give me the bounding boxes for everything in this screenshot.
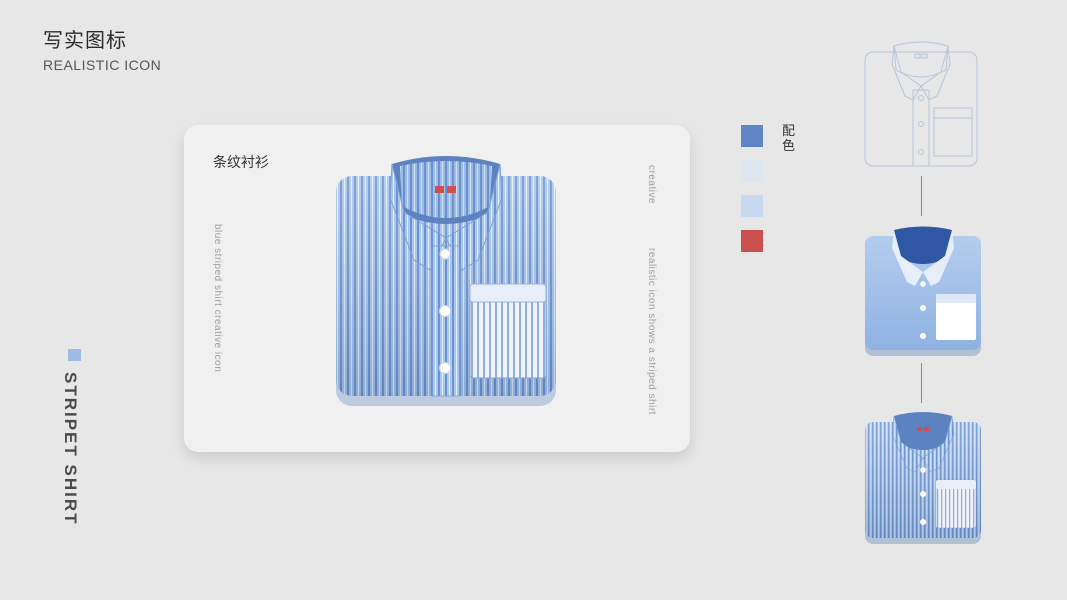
- side-accent-square: [68, 349, 81, 361]
- flat-shirt-icon: [865, 226, 981, 356]
- card-vertical-caption-right: realistic icon shows a striped shirt: [646, 248, 657, 415]
- card-title: 条纹衬衫: [213, 155, 269, 171]
- step-connector-2: [921, 363, 922, 403]
- palette-swatch-light-gray-blue: [741, 160, 763, 182]
- side-title: STRIPET SHIRT: [61, 372, 80, 526]
- step-connector-1: [921, 176, 922, 216]
- striped-shirt-small-icon: [865, 412, 981, 544]
- card-vertical-caption-creative: creative: [646, 165, 657, 205]
- palette-swatch-red: [741, 230, 763, 252]
- palette-swatch-blue: [741, 125, 763, 147]
- striped-shirt-icon: [336, 156, 556, 406]
- card-vertical-caption-left: blue striped shirt creative icon: [212, 224, 223, 373]
- page-subtitle: REALISTIC ICON: [43, 57, 162, 73]
- shirt-outline-icon: [864, 41, 978, 167]
- palette-label: 配色: [782, 124, 796, 154]
- page-title: 写实图标: [43, 28, 127, 52]
- palette-swatch-light-blue: [741, 195, 763, 217]
